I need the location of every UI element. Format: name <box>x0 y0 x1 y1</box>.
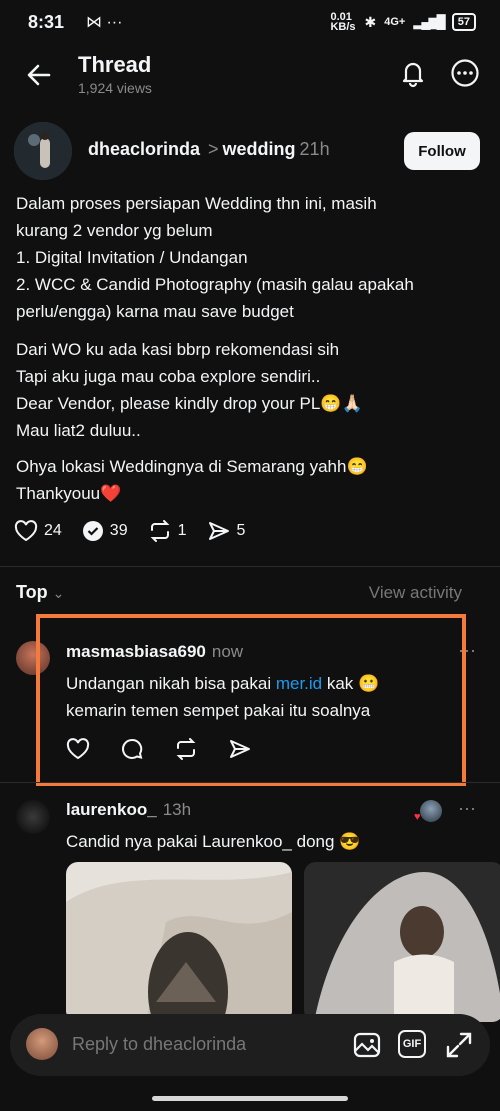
reply-composer[interactable]: Reply to dheaclorinda GIF <box>10 1014 490 1076</box>
home-indicator <box>152 1096 348 1101</box>
expand-icon <box>446 1032 472 1058</box>
signal-label: 4G+ <box>384 16 406 28</box>
reply-meta: laurenkoo_ 13h <box>66 800 191 820</box>
reply-count: 39 <box>109 522 128 539</box>
sort-label: Top <box>16 582 48 602</box>
gif-button[interactable]: GIF <box>398 1030 426 1058</box>
send-icon <box>208 522 229 540</box>
battery-icon: 57 <box>451 13 476 31</box>
follow-button[interactable]: Follow <box>404 132 480 170</box>
heart-icon <box>14 520 38 542</box>
post-meta: dheaclorinda > wedding 21h <box>88 139 330 160</box>
notification-bell-button[interactable] <box>398 58 428 88</box>
status-time: 8:31 <box>28 12 65 32</box>
back-button[interactable] <box>24 60 54 90</box>
verified-reply-icon <box>82 521 103 541</box>
status-bar: 8:31 ⋈ ··· 0.01 KB/s ✱ 4G+ ▂▄▆█ 57 <box>0 0 500 44</box>
net-speed: 0.01 KB/s <box>330 11 356 33</box>
reply-age: 13h <box>162 800 192 819</box>
author-avatar[interactable] <box>14 122 72 180</box>
share-button[interactable]: 5 <box>207 520 246 542</box>
view-count: 1,924 views <box>78 80 152 96</box>
repost-button[interactable]: 1 <box>148 520 187 542</box>
chevron-down-icon: ⌄ <box>52 585 65 601</box>
topic-tag[interactable]: wedding <box>223 139 296 160</box>
author-liked-avatar <box>420 800 442 822</box>
reply-text: Candid nya pakai Laurenkoo_ dong 😎 <box>66 832 361 851</box>
reply-image[interactable] <box>66 862 292 1022</box>
highlight-box <box>36 614 466 786</box>
expand-button[interactable] <box>444 1030 474 1060</box>
more-options-button[interactable] <box>450 58 480 88</box>
arrow-left-icon <box>27 64 51 86</box>
divider <box>0 782 500 783</box>
author-username[interactable]: dheaclorinda <box>88 139 200 160</box>
reply-more-button[interactable]: ··· <box>458 798 476 819</box>
view-activity-link[interactable]: View activity <box>369 583 462 603</box>
post-actions: 24 39 1 5 <box>14 520 245 542</box>
reply-username[interactable]: laurenkoo_ <box>66 800 157 820</box>
post-paragraph-2: Dari WO ku ada kasi bbrp rekomendasi sih… <box>16 340 363 440</box>
like-count: 24 <box>44 522 62 539</box>
share-count: 5 <box>236 522 246 539</box>
like-button[interactable]: 24 <box>14 520 62 542</box>
status-right: 0.01 KB/s ✱ 4G+ ▂▄▆█ 57 <box>330 11 476 33</box>
my-avatar <box>26 1028 58 1060</box>
post-paragraph-3: Ohya lokasi Weddingnya di Semarang yahh😁… <box>16 457 368 503</box>
liked-heart-icon: ♥ <box>414 811 421 823</box>
notification-icons: ⋈ ··· <box>86 14 123 31</box>
reply-image[interactable] <box>304 862 500 1022</box>
bell-icon <box>402 62 424 88</box>
reply-count-button[interactable]: 39 <box>82 520 128 542</box>
more-icon <box>451 59 479 87</box>
post-paragraph-1: Dalam proses persiapan Wedding thn ini, … <box>16 194 414 321</box>
repost-count: 1 <box>177 522 187 539</box>
signal-icon: ▂▄▆█ <box>413 14 445 29</box>
post-age: 21h <box>299 139 330 159</box>
repost-icon <box>150 520 170 542</box>
reply-avatar[interactable] <box>16 800 50 834</box>
image-icon <box>353 1032 381 1058</box>
page-title: Thread <box>78 52 152 77</box>
bluetooth-icon: ✱ <box>364 13 377 30</box>
reply-input[interactable]: Reply to dheaclorinda <box>72 1034 246 1055</box>
divider <box>0 566 500 567</box>
thread-header: Thread 1,924 views <box>0 44 500 108</box>
image-attach-button[interactable] <box>352 1030 382 1060</box>
topic-separator-icon: > <box>208 139 219 159</box>
sort-dropdown[interactable]: Top ⌄ <box>16 582 64 603</box>
